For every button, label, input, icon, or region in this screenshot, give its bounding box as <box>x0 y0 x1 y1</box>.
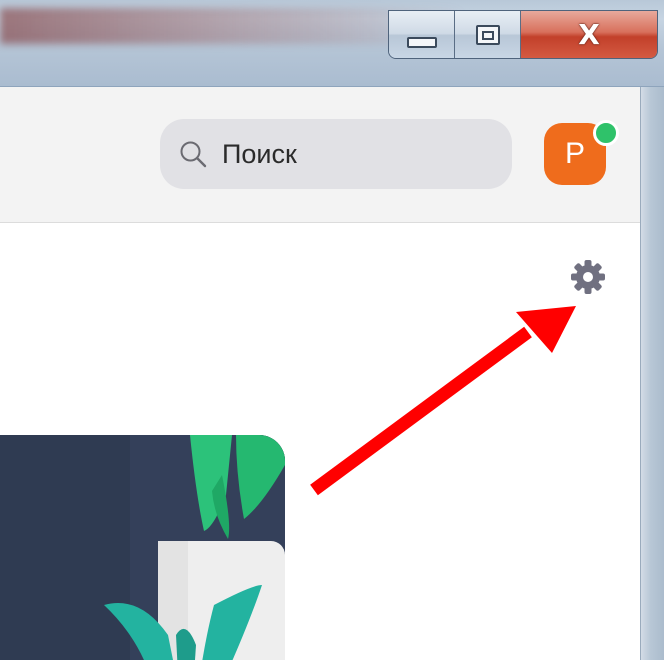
search-icon <box>180 141 207 168</box>
maximize-button[interactable] <box>455 11 521 58</box>
minimize-button[interactable] <box>389 11 455 58</box>
avatar-initial: P <box>564 137 585 170</box>
settings-button[interactable] <box>566 255 610 299</box>
window-border <box>640 87 664 660</box>
window-caption-buttons: X <box>388 10 658 59</box>
close-button[interactable]: X <box>521 11 657 58</box>
app-header: Поиск P <box>0 87 640 223</box>
search-input[interactable]: Поиск <box>160 119 512 189</box>
main-content <box>0 223 640 660</box>
app-window: X Поиск P <box>0 0 664 660</box>
welcome-illustration <box>0 435 285 660</box>
online-status-indicator <box>593 120 619 146</box>
close-icon: X <box>578 17 600 51</box>
plant-illustration <box>0 435 285 660</box>
window-title-bar[interactable]: X <box>0 0 664 87</box>
gear-icon <box>571 260 605 294</box>
maximize-icon <box>475 24 500 45</box>
search-placeholder: Поиск <box>222 138 297 169</box>
minimize-icon <box>406 37 437 48</box>
